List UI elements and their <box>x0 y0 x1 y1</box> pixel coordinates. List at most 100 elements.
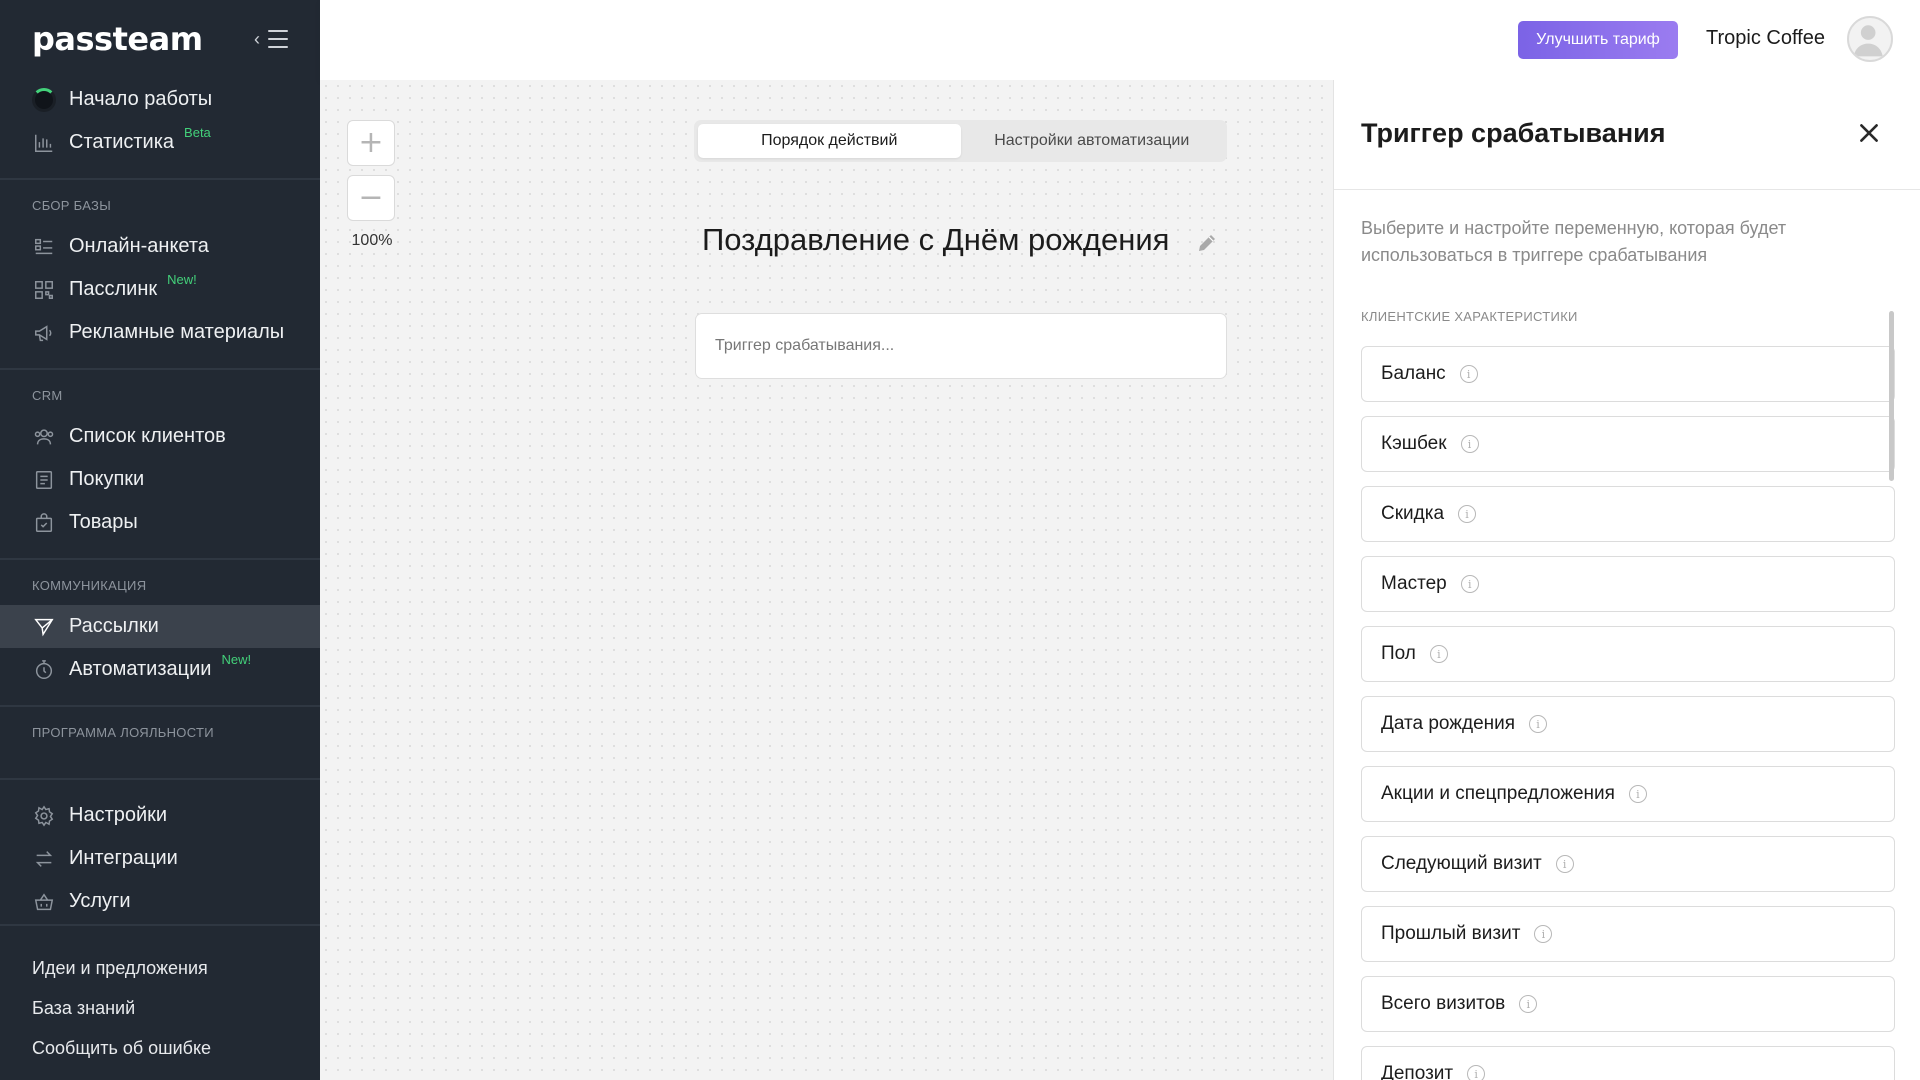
sidebar-item-label: Автоматизации <box>69 658 212 680</box>
zoom-out-button[interactable]: − <box>347 175 395 221</box>
sidebar-item-statistics[interactable]: Статистика Beta <box>0 121 320 164</box>
info-icon[interactable]: i <box>1460 435 1479 453</box>
sidebar-item-label: Рекламные материалы <box>69 321 285 343</box>
tab-automation-settings[interactable]: Настройки автоматизации <box>961 124 1224 158</box>
info-icon[interactable]: i <box>1628 785 1647 803</box>
sidebar-item-purchases[interactable]: Покупки <box>0 458 320 501</box>
variable-label: Скидка <box>1381 503 1445 524</box>
automation-title: Поздравление с Днём рождения <box>702 222 1170 257</box>
info-icon[interactable]: i <box>1429 645 1448 663</box>
variable-item-master[interactable]: Мастер i <box>1361 556 1895 612</box>
sidebar-item-online-form[interactable]: Онлайн-анкета <box>0 225 320 268</box>
plus-icon: + <box>358 125 384 160</box>
new-badge: New! <box>221 652 252 667</box>
variable-item-next-visit[interactable]: Следующий визит i <box>1361 836 1895 892</box>
variable-item-gender[interactable]: Пол i <box>1361 626 1895 682</box>
megaphone-icon <box>32 321 56 345</box>
panel-header: Триггер срабатывания <box>1334 80 1920 190</box>
variable-item-cashback[interactable]: Кэшбек i <box>1361 416 1895 472</box>
menu-line <box>268 38 288 40</box>
pencil-icon[interactable] <box>1195 231 1219 255</box>
variable-label: Баланс <box>1381 363 1446 384</box>
chevron-left-icon: ‹ <box>254 29 260 49</box>
variable-label: Кэшбек <box>1381 433 1447 454</box>
trigger-panel: Триггер срабатывания Выберите и настройт… <box>1333 80 1920 1080</box>
knowledge-base-link[interactable]: База знаний <box>0 988 320 1028</box>
sidebar-item-products[interactable]: Товары <box>0 501 320 544</box>
new-badge: New! <box>167 272 197 287</box>
section-title-loyalty: Программа лояльности <box>32 725 214 740</box>
info-icon[interactable]: i <box>1459 365 1478 383</box>
info-icon[interactable]: i <box>1529 715 1548 733</box>
section-title-client-traits: Клиентские характеристики <box>1361 309 1578 324</box>
close-icon[interactable] <box>1856 120 1882 146</box>
info-icon[interactable]: i <box>1460 575 1479 593</box>
variable-label: Дата рождения <box>1381 713 1516 734</box>
sidebar-item-label: Список клиентов <box>69 425 226 447</box>
sidebar-item-services[interactable]: Услуги <box>0 880 320 923</box>
info-icon[interactable]: i <box>1458 505 1477 523</box>
swap-arrows-icon <box>32 847 56 871</box>
variable-item-birthday[interactable]: Дата рождения i <box>1361 696 1895 752</box>
form-icon <box>32 235 56 259</box>
section-title-communication: Коммуникация <box>32 578 147 593</box>
collapse-sidebar-button[interactable]: ‹ <box>254 27 288 51</box>
sidebar-footer-links: Идеи и предложения База знаний Сообщить … <box>0 924 320 1068</box>
panel-description: Выберите и настройте переменную, которая… <box>1361 218 1787 265</box>
sidebar-item-label: Пасслинк <box>69 278 158 300</box>
variable-label: Акции и спецпредложения <box>1381 783 1615 804</box>
upgrade-plan-button[interactable]: Улучшить тариф <box>1518 21 1678 59</box>
zoom-level: 100% <box>351 232 393 249</box>
variable-label: Прошлый визит <box>1381 923 1521 944</box>
trigger-node[interactable]: Триггер срабатывания... <box>695 313 1227 379</box>
sidebar-item-mailings[interactable]: Рассылки <box>0 605 320 648</box>
users-icon <box>32 425 56 449</box>
settings-group: Настройки Интеграции Услуги <box>0 778 320 923</box>
variable-item-discount[interactable]: Скидка i <box>1361 486 1895 542</box>
paper-plane-icon <box>32 615 56 639</box>
sidebar-item-label: Товары <box>69 511 138 533</box>
sidebar-item-clients[interactable]: Список клиентов <box>0 415 320 458</box>
report-bug-link[interactable]: Сообщить об ошибке <box>0 1028 320 1068</box>
sidebar-item-label: Рассылки <box>69 615 159 637</box>
sidebar-item-label: Интеграции <box>69 847 178 869</box>
zoom-in-button[interactable]: + <box>347 120 395 166</box>
sidebar-item-settings[interactable]: Настройки <box>0 794 320 837</box>
panel-scrollbar[interactable] <box>1889 311 1894 481</box>
stopwatch-icon <box>32 658 56 682</box>
automation-canvas[interactable]: + − 100% Порядок действий Настройки авто… <box>320 80 1333 1080</box>
bar-chart-icon <box>32 131 56 155</box>
variable-item-deposit[interactable]: Депозит i <box>1361 1046 1895 1080</box>
info-icon[interactable]: i <box>1555 855 1574 873</box>
sidebar-item-passlink[interactable]: Пасслинк New! <box>0 268 320 311</box>
variable-item-promotions[interactable]: Акции и спецпредложения i <box>1361 766 1895 822</box>
shopping-bag-icon <box>32 511 56 535</box>
info-icon[interactable]: i <box>1534 925 1553 943</box>
sidebar-header: passteam ‹ <box>0 0 320 78</box>
tab-action-order[interactable]: Порядок действий <box>698 124 961 158</box>
menu-line <box>268 30 288 32</box>
sidebar-item-label: Статистика <box>69 131 175 153</box>
loading-spinner-icon <box>32 87 56 112</box>
info-icon[interactable]: i <box>1519 995 1538 1013</box>
basket-icon <box>32 890 56 914</box>
variable-item-balance[interactable]: Баланс i <box>1361 346 1895 402</box>
view-tabs: Порядок действий Настройки автоматизации <box>694 120 1227 162</box>
panel-title: Триггер срабатывания <box>1361 118 1666 148</box>
variable-item-total-visits[interactable]: Всего визитов i <box>1361 976 1895 1032</box>
sidebar-item-ad-materials[interactable]: Рекламные материалы <box>0 311 320 354</box>
beta-badge: Beta <box>184 125 211 140</box>
minus-icon: − <box>358 180 384 215</box>
logo[interactable]: passteam <box>32 20 203 58</box>
sidebar-item-integrations[interactable]: Интеграции <box>0 837 320 880</box>
sidebar-item-getting-started[interactable]: Начало работы <box>0 78 320 121</box>
info-icon[interactable]: i <box>1467 1065 1486 1080</box>
menu-line <box>268 46 288 48</box>
company-name[interactable]: Tropic Coffee <box>1706 27 1825 50</box>
qr-code-icon <box>32 278 56 302</box>
sidebar-item-automations[interactable]: Автоматизации New! <box>0 648 320 691</box>
avatar[interactable] <box>1847 16 1893 62</box>
variable-item-last-visit[interactable]: Прошлый визит i <box>1361 906 1895 962</box>
top-header: Улучшить тариф Tropic Coffee <box>320 0 1920 80</box>
ideas-link[interactable]: Идеи и предложения <box>0 948 320 988</box>
